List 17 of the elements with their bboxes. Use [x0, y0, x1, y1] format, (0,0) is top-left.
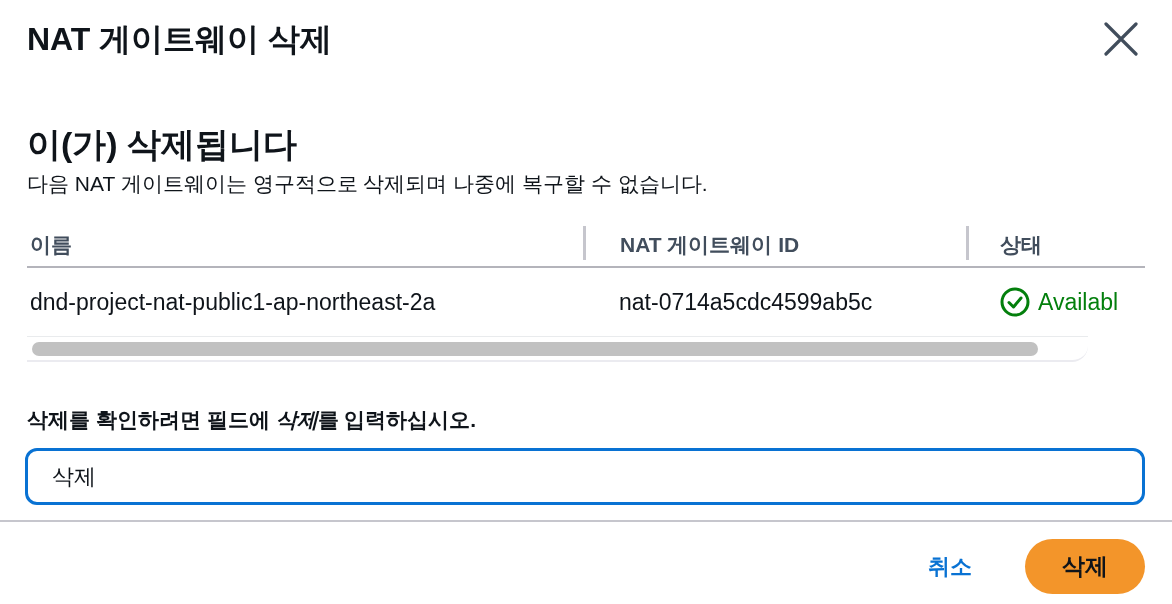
cancel-link[interactable]: 취소: [928, 551, 972, 582]
column-header: NAT 게이트웨이 ID: [620, 232, 800, 258]
scrollbar-thumb[interactable]: [32, 342, 1038, 356]
close-icon: [1104, 22, 1138, 56]
column-header: 이름: [30, 232, 72, 258]
confirm-input-field[interactable]: 삭제: [25, 448, 1145, 505]
horizontal-scrollbar[interactable]: [27, 336, 1088, 362]
delete-button[interactable]: 삭제: [1025, 539, 1145, 594]
warning-description: 다음 NAT 게이트웨이는 영구적으로 삭제되며 나중에 복구할 수 없습니다.: [27, 171, 708, 197]
status-text: Availabl: [1038, 288, 1119, 316]
close-button[interactable]: [1102, 20, 1140, 58]
table-cell: nat-0714a5cdc4599ab5c: [619, 288, 873, 316]
table-cell: dnd-project-nat-public1-ap-northeast-2a: [30, 288, 436, 316]
confirm-label: 삭제를 확인하려면 필드에 삭제를 입력하십시오.: [27, 407, 477, 433]
warning-heading: 이(가) 삭제됩니다: [27, 124, 298, 165]
column-header: 상태: [1000, 232, 1042, 258]
dialog-title: NAT 게이트웨이 삭제: [27, 20, 333, 59]
